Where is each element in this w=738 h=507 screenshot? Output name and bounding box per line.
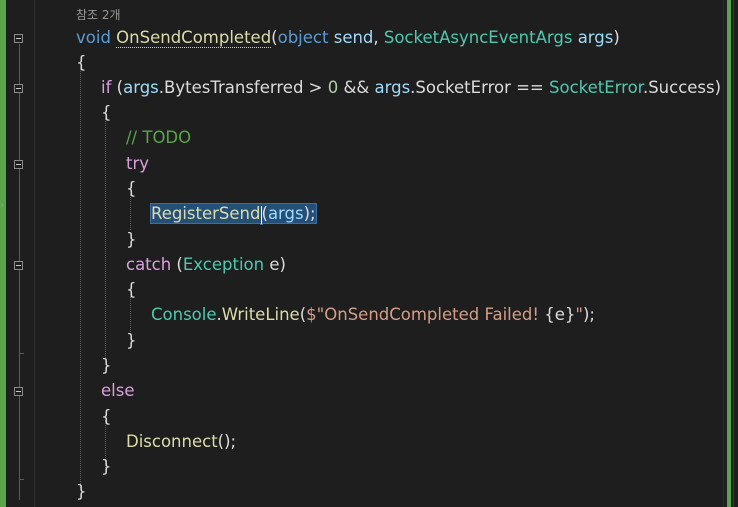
code-line[interactable]: Disconnect(); [126,431,236,453]
string-literal: $"OnSendCompleted Failed! [306,305,545,324]
collapse-region-icon[interactable] [14,160,23,169]
number-literal: 0 [327,78,339,97]
keyword: if [101,78,112,97]
code-text: .Success) [642,78,722,97]
edge-marker-icon: › [0,200,4,211]
collapse-region-icon[interactable] [14,84,23,93]
code-line[interactable]: try [126,153,149,175]
code-line[interactable]: } [101,355,112,377]
operator: && [338,78,375,97]
punct: ( [171,255,183,274]
codelens-references[interactable]: 참조 2개 [76,4,121,26]
code-line[interactable]: } [76,481,87,503]
parameter: args [577,28,614,47]
code-line[interactable]: else [101,380,134,402]
collapse-region-icon[interactable] [14,387,23,396]
code-line[interactable]: } [126,330,137,352]
code-line[interactable]: { [126,178,137,200]
type-name: SocketError [549,78,643,97]
parameter: args [123,78,159,97]
type-name: Exception [182,255,265,274]
parameter: args [374,78,411,97]
collapse-region-icon[interactable] [14,261,23,270]
vertical-scrollbar[interactable] [723,0,738,507]
code-line[interactable]: { [101,102,112,124]
gutter-separator [34,0,35,507]
code-line[interactable]: { [76,52,87,74]
code-line[interactable]: { [101,406,112,428]
keyword: object [277,28,329,47]
type-name: Console [151,305,217,324]
code-line[interactable]: } [101,456,112,478]
punct: (); [217,432,237,451]
code-editor[interactable]: › 참조 2개 void OnSendCompleted(object send… [0,0,738,507]
fold-end-marker [19,479,24,480]
keyword: catch [126,255,172,274]
punct: , [373,28,384,47]
indent-guide [80,68,81,488]
code-line[interactable]: catch (Exception e) [126,254,286,276]
string-literal: " [575,305,583,324]
code-line-selected[interactable]: RegisterSend(args); [150,203,317,225]
code-line[interactable]: if (args.BytesTransferred > 0 && args.So… [101,77,721,99]
fold-end-marker [19,353,24,354]
punct: ); [303,204,316,223]
code-comment[interactable]: // TODO [126,127,191,149]
parameter: send [333,28,374,47]
punct: ); [582,305,595,324]
parameter: args [267,204,304,223]
punct: ) [613,28,620,47]
type-name: SocketAsyncEventArgs [383,28,573,47]
code-text: e) [264,255,286,274]
keyword: void [76,28,111,47]
method-name: WriteLine [221,305,300,324]
code-line[interactable]: void OnSendCompleted(object send, Socket… [76,27,620,49]
code-text: .SocketError == [410,78,550,97]
code-line[interactable]: } [126,229,137,251]
change-tracking-bar [0,0,6,507]
code-line[interactable]: Console.WriteLine($"OnSendCompleted Fail… [151,304,595,326]
indent-guide [105,118,106,358]
collapse-region-icon[interactable] [14,34,23,43]
method-name: Disconnect [126,432,218,451]
method-name: RegisterSend [151,204,261,223]
interpolation: {e} [544,305,576,324]
text-selection[interactable]: RegisterSend(args); [150,203,317,224]
indent-guide [130,296,131,332]
fold-region-line [19,44,20,500]
code-text: .BytesTransferred > [158,78,328,97]
code-line[interactable]: { [126,279,137,301]
method-name: OnSendCompleted [116,28,272,48]
punct: ( [111,78,124,97]
